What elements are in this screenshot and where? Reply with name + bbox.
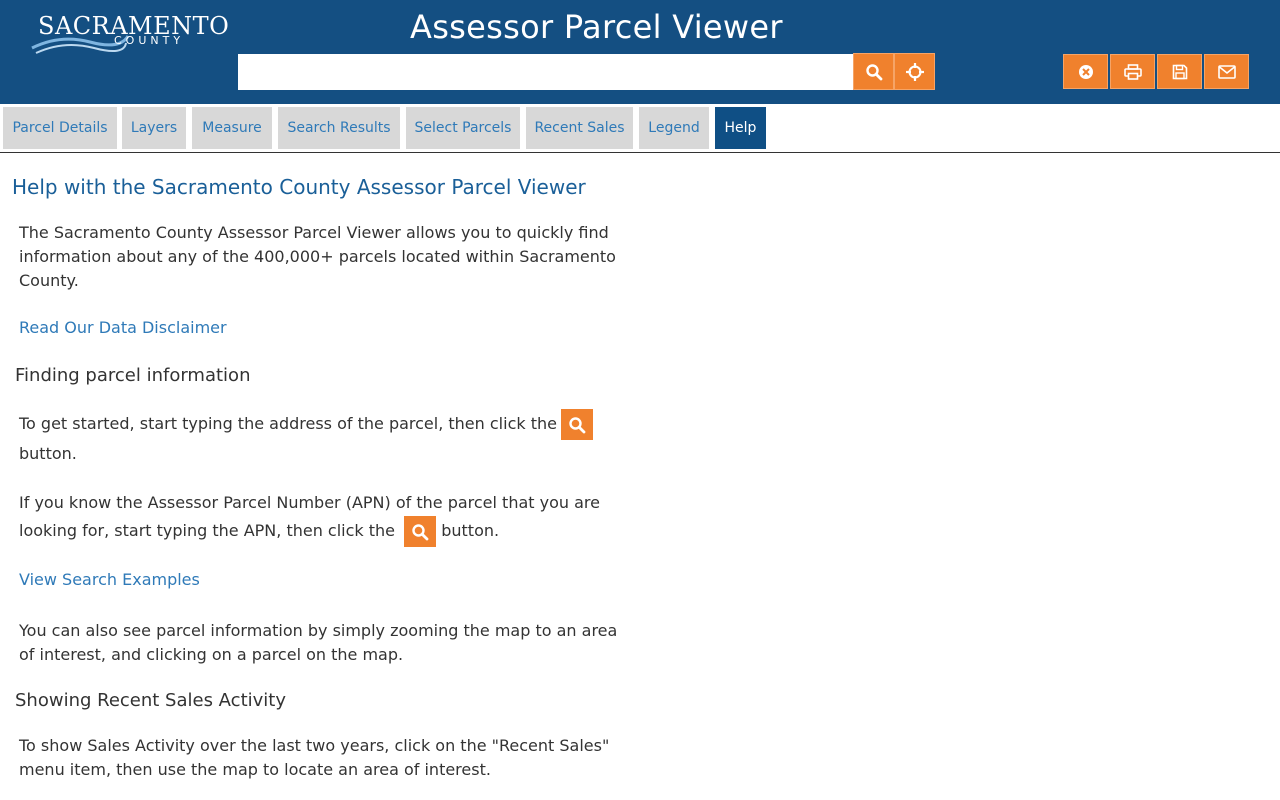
search-icon bbox=[569, 416, 586, 433]
tab-search-results[interactable]: Search Results bbox=[278, 107, 400, 149]
sacramento-county-logo: SACRAMENTO COUNTY bbox=[30, 12, 229, 60]
envelope-icon bbox=[1217, 64, 1236, 79]
tab-select-parcels[interactable]: Select Parcels bbox=[406, 107, 520, 149]
save-icon bbox=[1172, 64, 1187, 79]
finding-paragraph-3: You can also see parcel information by s… bbox=[19, 621, 618, 664]
search-button[interactable] bbox=[853, 53, 894, 90]
inline-search-button bbox=[404, 516, 437, 547]
search-input[interactable] bbox=[238, 54, 853, 90]
tab-help[interactable]: Help bbox=[715, 107, 766, 149]
tab-layers[interactable]: Layers bbox=[122, 107, 186, 149]
crosshairs-icon bbox=[905, 62, 924, 81]
finding-parcel-heading: Finding parcel information bbox=[15, 365, 251, 386]
clear-button[interactable] bbox=[1063, 54, 1108, 89]
locate-button[interactable] bbox=[894, 53, 935, 90]
finding-p1-text: To get started, start typing the address… bbox=[19, 414, 557, 433]
search-examples-link[interactable]: View Search Examples bbox=[19, 570, 200, 589]
app-title: Assessor Parcel Viewer bbox=[410, 8, 783, 46]
finding-p1-text-after: button. bbox=[19, 444, 77, 463]
finding-paragraph-2: If you know the Assessor Parcel Number (… bbox=[19, 490, 629, 547]
tab-measure[interactable]: Measure bbox=[192, 107, 272, 149]
close-circle-icon bbox=[1078, 64, 1093, 79]
inline-search-button bbox=[560, 409, 593, 440]
search-icon bbox=[412, 523, 429, 540]
finding-p2-text: If you know the Assessor Parcel Number (… bbox=[19, 493, 600, 540]
help-intro-text: The Sacramento County Assessor Parcel Vi… bbox=[19, 223, 616, 290]
recent-sales-heading: Showing Recent Sales Activity bbox=[15, 690, 287, 711]
tab-recent-sales[interactable]: Recent Sales bbox=[526, 107, 633, 149]
tab-bar: Parcel Details Layers Measure Search Res… bbox=[0, 104, 1280, 153]
recent-sales-paragraph: To show Sales Activity over the last two… bbox=[19, 736, 610, 779]
tab-legend[interactable]: Legend bbox=[639, 107, 709, 149]
search-icon bbox=[865, 63, 882, 80]
logo-text-bottom: COUNTY bbox=[114, 34, 185, 47]
email-button[interactable] bbox=[1204, 54, 1249, 89]
finding-paragraph-1: To get started, start typing the address… bbox=[19, 409, 629, 468]
data-disclaimer-link[interactable]: Read Our Data Disclaimer bbox=[19, 318, 227, 337]
finding-p2-text-after: button. bbox=[441, 521, 500, 540]
tab-parcel-details[interactable]: Parcel Details bbox=[3, 107, 117, 149]
save-button[interactable] bbox=[1157, 54, 1202, 89]
app-header: SACRAMENTO COUNTY Assessor Parcel Viewer bbox=[0, 0, 1280, 104]
print-button[interactable] bbox=[1110, 54, 1155, 89]
print-icon bbox=[1123, 63, 1142, 80]
help-title: Help with the Sacramento County Assessor… bbox=[12, 175, 586, 199]
